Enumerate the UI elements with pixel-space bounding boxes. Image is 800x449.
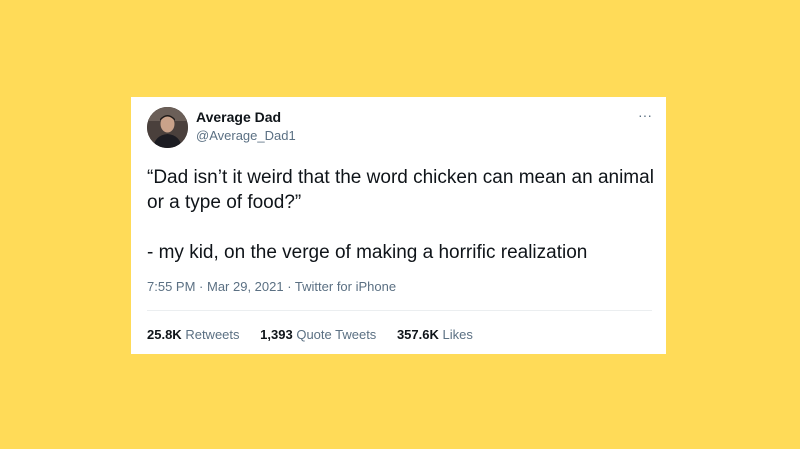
tweet-card: Average Dad @Average_Dad1 ··· “Dad isn’t…: [131, 97, 666, 354]
author-handle[interactable]: @Average_Dad1: [196, 128, 296, 144]
author-display-name[interactable]: Average Dad: [196, 109, 281, 126]
likes-stat[interactable]: 357.6K Likes: [397, 327, 473, 343]
tweet-text: “Dad isn’t it weird that the word chicke…: [147, 167, 654, 263]
tweet-meta: 7:55 PM · Mar 29, 2021 · Twitter for iPh…: [147, 279, 396, 295]
quote-tweets-stat[interactable]: 1,393 Quote Tweets: [260, 327, 376, 343]
retweets-stat[interactable]: 25.8K Retweets: [147, 327, 240, 343]
tweet-time[interactable]: 7:55 PM: [147, 279, 195, 294]
tweet-source[interactable]: Twitter for iPhone: [295, 279, 396, 294]
ellipsis-icon[interactable]: ···: [638, 108, 652, 122]
tweet-stats: 25.8K Retweets 1,393 Quote Tweets 357.6K…: [147, 327, 490, 343]
retweets-label: Retweets: [185, 327, 240, 342]
avatar[interactable]: [147, 107, 188, 148]
user-avatar-icon: [147, 107, 188, 148]
divider: [147, 310, 652, 311]
meta-separator: ·: [283, 279, 295, 294]
quote-tweets-label: Quote Tweets: [296, 327, 377, 342]
tweet-date[interactable]: Mar 29, 2021: [207, 279, 284, 294]
likes-label: Likes: [442, 327, 473, 342]
meta-separator: ·: [195, 279, 207, 294]
retweets-count: 25.8K: [147, 327, 182, 342]
quote-tweets-count: 1,393: [260, 327, 293, 342]
likes-count: 357.6K: [396, 327, 439, 342]
